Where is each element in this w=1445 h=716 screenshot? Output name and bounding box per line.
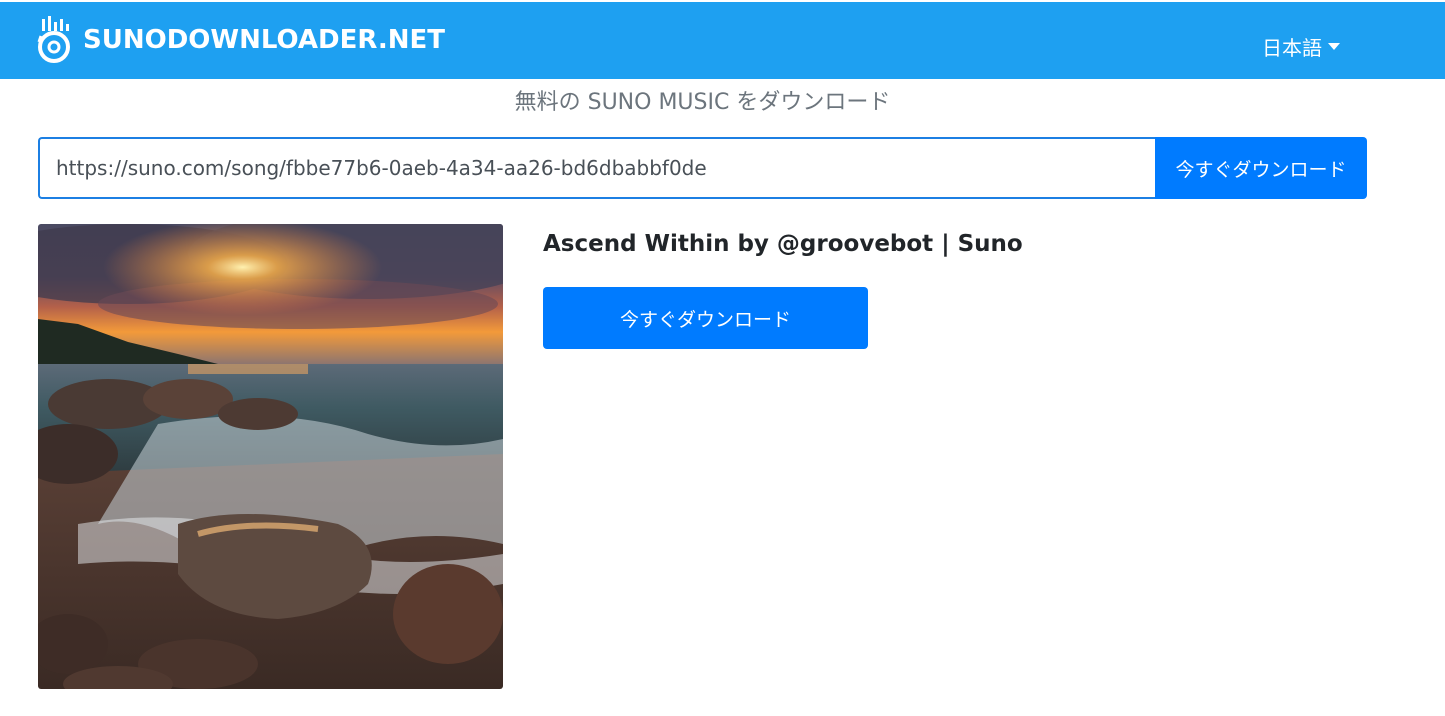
download-now-button[interactable]: 今すぐダウンロード xyxy=(1155,137,1367,199)
page-subtitle: 無料の SUNO MUSIC をダウンロード xyxy=(514,90,891,115)
brand-name: SUNODOWNLOADER.NET xyxy=(83,25,445,55)
language-dropdown[interactable]: 日本語 xyxy=(1262,32,1340,61)
url-search-form: 今すぐダウンロード xyxy=(38,137,1367,199)
top-navbar: SUNODOWNLOADER.NET 日本語 xyxy=(0,2,1445,79)
language-label: 日本語 xyxy=(1262,36,1322,60)
soundwave-disc-icon xyxy=(37,16,71,64)
song-download-button[interactable]: 今すぐダウンロード xyxy=(543,287,868,349)
song-title: Ascend Within by @groovebot | Suno xyxy=(543,231,1023,257)
song-cover-image xyxy=(38,224,503,689)
song-url-input[interactable] xyxy=(38,137,1155,199)
chevron-down-icon xyxy=(1328,43,1340,50)
brand-link[interactable]: SUNODOWNLOADER.NET xyxy=(37,16,445,64)
